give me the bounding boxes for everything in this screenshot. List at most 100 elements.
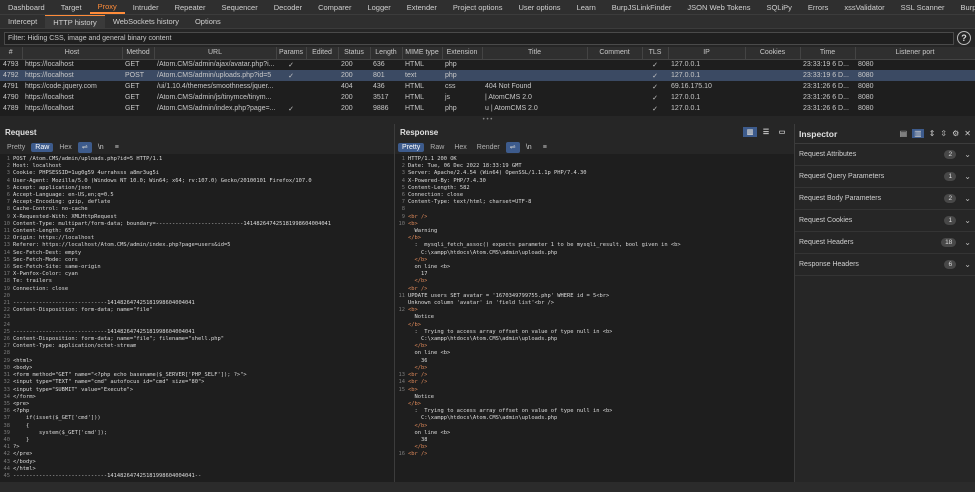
menu-icon[interactable]: ≡ [110,142,124,153]
column-header-number[interactable]: # [0,47,23,60]
chevron-down-icon[interactable]: ⌄ [964,150,971,159]
resize-handle[interactable]: • • • [0,116,975,124]
tab-repeater[interactable]: Repeater [167,0,214,14]
table-cell: 23:31:26 6 D... [803,83,849,90]
chevron-down-icon[interactable]: ⌄ [964,216,971,225]
tab-json-web-tokens[interactable]: JSON Web Tokens [679,0,758,14]
column-header-edited[interactable]: Edited [306,47,339,60]
newline-icon[interactable]: \n [522,142,536,153]
wrap-icon[interactable]: ⇌ [505,141,520,153]
view-raw-button[interactable]: Raw [31,142,54,152]
code-line: </b> [395,322,794,329]
column-header-title[interactable]: Title [482,47,588,60]
request-editor[interactable]: 1 POST /Atom.CMS/admin/uploads.php?id=5 H… [0,154,394,482]
tab-burpjslinkfinder[interactable]: BurpJSLinkFinder [604,0,680,14]
tab-logger[interactable]: Logger [359,0,398,14]
tab-user-options[interactable]: User options [510,0,568,14]
code-line: C:\xampp\htdocs\Atom.CMS\admin\uploads.p… [395,415,794,422]
subtab-websockets-history[interactable]: WebSockets history [105,15,187,28]
table-cell: 8080 [855,70,975,81]
view-pretty-button[interactable]: Pretty [398,142,425,152]
tab-errors[interactable]: Errors [800,0,836,14]
tab-proxy[interactable]: Proxy [89,0,125,14]
inspector-section-label: Request Headers [799,239,854,246]
tab-sequencer[interactable]: Sequencer [213,0,265,14]
table-row[interactable]: 4791 https://code.jquery.com GET/ui/1.10.4… [0,81,975,92]
close-icon[interactable]: ✕ [964,129,971,138]
chevron-down-icon[interactable]: ⌄ [964,260,971,269]
tab-burp-bounty-free[interactable]: Burp Bounty Free [953,0,975,14]
column-header-params[interactable]: Params [276,47,307,60]
inspector-layout-icon[interactable]: ▤ [900,129,908,138]
tab-intruder[interactable]: Intruder [125,0,167,14]
code-line: 21 -----------------------------141482647… [0,300,394,307]
column-header-length[interactable]: Length [370,47,403,60]
column-header-time[interactable]: Time [800,47,856,60]
column-header-tls[interactable]: TLS [642,47,669,60]
table-row[interactable]: 4789 https://localhost GET/Atom.CMS/admin/… [0,103,975,114]
split-horizontal-icon[interactable]: ▥ [743,127,757,137]
main-tab-bar: Dashboard Target Proxy Intruder Repeater Sequ… [0,0,975,15]
line-number: 40 [3,436,11,443]
view-pretty-button[interactable]: Pretty [3,143,29,152]
tab-ssl-scanner[interactable]: SSL Scanner [893,0,953,14]
tab-project-options[interactable]: Project options [445,0,511,14]
column-header-extension[interactable]: Extension [442,47,483,60]
table-row[interactable]: 4793 https://localhost GET/Atom.CMS/admin/… [0,59,975,70]
column-header-status[interactable]: Status [338,47,371,60]
column-header-host[interactable]: Host [22,47,123,60]
column-header-comment[interactable]: Comment [587,47,643,60]
subtab-options[interactable]: Options [187,15,229,28]
single-pane-icon[interactable]: ▭ [775,127,789,137]
column-header-method[interactable]: Method [122,47,155,60]
collapse-icon[interactable]: ⇳ [940,129,947,138]
table-row[interactable]: 4792 https://localhost POST/Atom.CMS/admin… [0,70,975,81]
view-hex-button[interactable]: Hex [450,143,470,152]
code-line: 8 [395,206,794,213]
tab-learn[interactable]: Learn [569,0,604,14]
menu-icon[interactable]: ≡ [538,142,552,153]
column-header-mime-type[interactable]: MIME type [402,47,443,60]
subtab-intercept[interactable]: Intercept [0,15,45,28]
inspector-section-response-headers[interactable]: Response Headers 6 ⌄ [795,254,975,276]
column-header-cookies[interactable]: Cookies [745,47,801,60]
code-line: 24 [0,322,394,329]
view-raw-button[interactable]: Raw [426,143,448,152]
expand-icon[interactable]: ⇕ [929,129,936,138]
inspector-section-request-attributes[interactable]: Request Attributes 2 ⌄ [795,144,975,166]
chevron-down-icon[interactable]: ⌄ [964,172,971,181]
tab-extender[interactable]: Extender [399,0,445,14]
tab-decoder[interactable]: Decoder [266,0,310,14]
line-number: 26 [3,336,11,343]
tab-sqlipy[interactable]: SQLiPy [758,0,799,14]
chevron-down-icon[interactable]: ⌄ [964,238,971,247]
code-line: 38 { [0,423,394,430]
inspector-section-request-query-parameters[interactable]: Request Query Parameters 1 ⌄ [795,166,975,188]
table-cell: HTML [405,94,425,101]
tab-xssvalidator[interactable]: xssValidator [836,0,892,14]
view-hex-button[interactable]: Hex [55,143,75,152]
tab-target[interactable]: Target [53,0,90,14]
response-editor[interactable]: 1 HTTP/1.1 200 OK 2 Date: Tue, 06 Dec 2022 … [395,154,794,482]
column-header-ip[interactable]: IP [668,47,746,60]
split-vertical-icon[interactable]: ☰ [759,127,773,137]
tab-dashboard[interactable]: Dashboard [0,0,53,14]
help-icon[interactable]: ? [957,31,971,45]
column-header-url[interactable]: URL [154,47,277,60]
tab-comparer[interactable]: Comparer [310,0,359,14]
line-text: </b> [408,256,428,263]
gear-icon[interactable]: ⚙ [952,129,959,138]
view-render-button[interactable]: Render [473,143,504,152]
subtab-http-history[interactable]: HTTP history [45,15,105,28]
table-row[interactable]: 4790 https://localhost GET/Atom.CMS/admin/… [0,92,975,103]
column-header-listener-port[interactable]: Listener port [855,47,975,60]
inspector-layout-active-icon[interactable]: ▥ [912,129,924,138]
inspector-section-request-body-parameters[interactable]: Request Body Parameters 2 ⌄ [795,188,975,210]
wrap-icon[interactable]: ⇌ [77,141,92,153]
newline-icon[interactable]: \n [94,142,108,153]
chevron-down-icon[interactable]: ⌄ [964,194,971,203]
filter-input[interactable]: Filter: Hiding CSS, image and general bi… [4,31,954,45]
line-text: Cookie: PHPSESSID=1ug0g59 4urrahsss a8mr… [13,170,160,177]
inspector-section-request-cookies[interactable]: Request Cookies 1 ⌄ [795,210,975,232]
inspector-section-request-headers[interactable]: Request Headers 18 ⌄ [795,232,975,254]
